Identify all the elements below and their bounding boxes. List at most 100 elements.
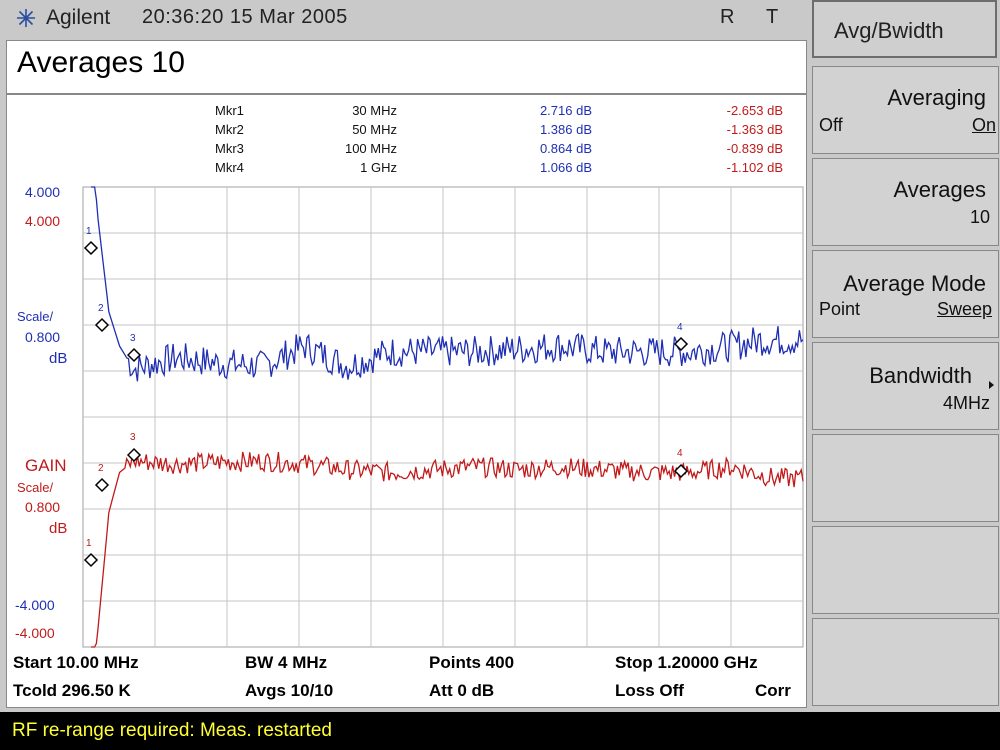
gain-trace xyxy=(91,451,804,648)
bandwidth-value: 4MHz xyxy=(942,393,990,413)
marker-freq: 30 MHz xyxy=(352,103,397,118)
graph-footer: Start 10.00 MHz BW 4 MHz Points 400 Stop… xyxy=(13,653,791,700)
marker-row-1: Mkr1 30 MHz 2.716 dB -2.653 dB xyxy=(215,103,783,118)
marker-name: Mkr2 xyxy=(215,122,244,137)
marker-number: 4 xyxy=(677,448,683,459)
marker-gain-value: -0.839 dB xyxy=(727,141,783,156)
marker-nf-value: 1.066 dB xyxy=(540,160,592,175)
average-mode-label: Average Mode xyxy=(843,271,986,296)
marker-row-4: Mkr4 1 GHz 1.066 dB -1.102 dB xyxy=(215,160,783,175)
gain-top-label: 4.000 xyxy=(25,213,60,229)
gain-marker-2: 2 xyxy=(94,463,110,493)
marker-number: 3 xyxy=(130,432,136,443)
date-time: 20:36:20 15 Mar 2005 xyxy=(142,6,348,28)
marker-number: 3 xyxy=(130,333,136,344)
bandwidth-softkey[interactable]: Bandwidth 4MHz xyxy=(812,342,999,430)
agilent-logo-icon xyxy=(17,9,35,27)
average-mode-softkey[interactable]: Average Mode Point Sweep xyxy=(812,250,999,338)
average-mode-sweep-option: Sweep xyxy=(936,299,992,319)
marker-name: Mkr3 xyxy=(215,141,244,156)
nf-bottom-label: -4.000 xyxy=(15,597,55,613)
screen-title-box: Averages 10 xyxy=(6,40,807,94)
gain-marker-1: 1 xyxy=(83,538,99,568)
gain-bottom-label: -4.000 xyxy=(15,625,55,641)
marker-nf-value: 2.716 dB xyxy=(540,103,592,118)
marker-number: 4 xyxy=(677,322,683,333)
marker-number: 1 xyxy=(86,226,92,237)
noise-figure-graph: Mkr1 30 MHz 2.716 dB -2.653 dB Mkr2 50 M… xyxy=(13,103,804,700)
attenuation-readout: Att 0 dB xyxy=(429,681,494,700)
empty-softkey-8[interactable] xyxy=(812,618,999,706)
nf-marker-1: 1 xyxy=(83,226,99,256)
loss-readout: Loss Off xyxy=(615,681,684,700)
nf-marker-3: 3 xyxy=(126,333,142,363)
menu-title-label: Avg/Bwidth xyxy=(834,18,944,43)
marker-row-2: Mkr2 50 MHz 1.386 dB -1.363 dB xyxy=(215,122,783,137)
marker-number: 2 xyxy=(98,463,104,474)
averages-softkey[interactable]: Averages 10 xyxy=(812,158,999,246)
brand-name: Agilent xyxy=(46,6,111,29)
nf-scale-label: Scale/ xyxy=(17,309,54,324)
trace-markers: 1 2 3 4 1 2 3 4 xyxy=(83,226,689,568)
gain-unit: dB xyxy=(49,520,67,537)
empty-softkey-7[interactable] xyxy=(812,526,999,614)
submenu-arrow-icon xyxy=(989,381,994,389)
averaging-label: Averaging xyxy=(887,85,986,110)
average-mode-point-option: Point xyxy=(819,299,861,319)
gain-label: GAIN xyxy=(25,456,67,475)
marker-name: Mkr1 xyxy=(215,103,244,118)
top-bar: Agilent 20:36:20 15 Mar 2005 R T xyxy=(0,0,808,38)
marker-nf-value: 0.864 dB xyxy=(540,141,592,156)
nf-scale-value: 0.800 xyxy=(25,329,60,345)
marker-diamond xyxy=(673,336,689,352)
marker-nf-value: 1.386 dB xyxy=(540,122,592,137)
marker-diamond xyxy=(83,240,99,256)
tcold-readout: Tcold 296.50 K xyxy=(13,681,132,700)
points-readout: Points 400 xyxy=(429,653,514,672)
status-bar: RF re-range required: Meas. restarted xyxy=(0,712,1000,750)
empty-softkey-6[interactable] xyxy=(812,434,999,522)
scale-labels: 4.000 4.000 Scale/ 0.800 dB GAIN Scale/ … xyxy=(15,184,67,641)
softkey-panel: Avg/Bwidth Averaging Off On Averages 10 … xyxy=(812,0,1000,708)
status-message: RF re-range required: Meas. restarted xyxy=(12,720,332,741)
averages-label: Averages xyxy=(893,177,986,202)
marker-gain-value: -1.363 dB xyxy=(727,122,783,137)
softkey-menu-title: Avg/Bwidth xyxy=(812,0,997,58)
stop-frequency: Stop 1.20000 GHz xyxy=(615,653,758,672)
graph-grid xyxy=(82,186,804,648)
averaging-softkey[interactable]: Averaging Off On xyxy=(812,66,999,154)
averaging-off-option: Off xyxy=(819,115,843,135)
averages-readout: Avgs 10/10 xyxy=(245,681,333,700)
gain-scale-label: Scale/ xyxy=(17,480,54,495)
bandwidth-label: Bandwidth xyxy=(869,363,972,388)
marker-diamond xyxy=(673,463,689,479)
marker-diamond xyxy=(94,317,110,333)
averaging-on-option: On xyxy=(971,115,996,135)
marker-row-3: Mkr3 100 MHz 0.864 dB -0.839 dB xyxy=(215,141,783,156)
nf-top-label: 4.000 xyxy=(25,184,60,200)
marker-freq: 1 GHz xyxy=(360,160,397,175)
marker-gain-value: -2.653 dB xyxy=(727,103,783,118)
graph-panel: Mkr1 30 MHz 2.716 dB -2.653 dB Mkr2 50 M… xyxy=(6,94,807,708)
gain-marker-3: 3 xyxy=(126,432,142,463)
start-frequency: Start 10.00 MHz xyxy=(13,653,139,672)
marker-number: 2 xyxy=(98,303,104,314)
marker-table: Mkr1 30 MHz 2.716 dB -2.653 dB Mkr2 50 M… xyxy=(215,103,783,175)
marker-gain-value: -1.102 dB xyxy=(727,160,783,175)
averages-value: 10 xyxy=(969,207,990,227)
marker-diamond xyxy=(126,347,142,363)
trigger-flag: T xyxy=(766,6,779,28)
screen-title: Averages 10 xyxy=(17,46,185,79)
gain-scale-value: 0.800 xyxy=(25,499,60,515)
marker-diamond xyxy=(94,477,110,493)
marker-name: Mkr4 xyxy=(215,160,244,175)
nf-marker-2: 2 xyxy=(94,303,110,333)
marker-freq: 100 MHz xyxy=(345,141,397,156)
marker-diamond xyxy=(83,552,99,568)
nf-unit: dB xyxy=(49,350,67,367)
remote-flag: R xyxy=(720,6,735,28)
bandwidth-readout: BW 4 MHz xyxy=(245,653,327,672)
noise-figure-trace xyxy=(91,186,804,382)
nf-marker-4: 4 xyxy=(673,322,689,352)
marker-freq: 50 MHz xyxy=(352,122,397,137)
